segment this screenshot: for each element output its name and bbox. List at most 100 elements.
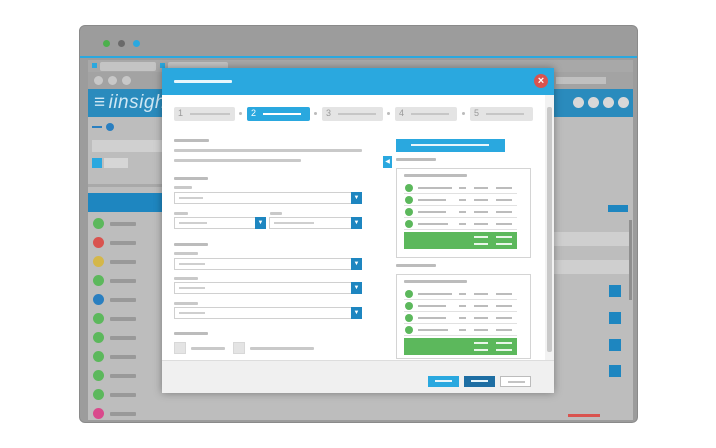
checkbox[interactable] <box>233 342 245 354</box>
bg-red-line <box>568 414 600 417</box>
modal-header: × <box>162 68 554 95</box>
panel-heading <box>396 264 436 267</box>
reload-icon[interactable] <box>122 76 131 85</box>
select-field[interactable]: ▼ <box>174 258 362 270</box>
status-icon <box>93 389 104 400</box>
list-item[interactable] <box>404 195 517 206</box>
add-button[interactable] <box>396 139 505 152</box>
checklist-panel <box>396 168 531 258</box>
table-row[interactable] <box>110 279 136 283</box>
table-row[interactable] <box>110 412 136 416</box>
select-field[interactable]: ▼ <box>269 217 362 229</box>
list-item[interactable] <box>404 301 517 312</box>
table-row[interactable] <box>110 222 136 226</box>
wizard-step-5[interactable]: 5 <box>470 107 533 121</box>
header-menu-icon[interactable] <box>618 97 629 108</box>
window-maximize-dot[interactable] <box>133 40 140 47</box>
toolbar-buttons[interactable] <box>92 140 162 152</box>
wizard-step-4[interactable]: 4 <box>395 107 457 121</box>
table-row[interactable] <box>110 355 136 359</box>
user-label <box>92 126 102 128</box>
panel-title <box>404 280 467 283</box>
status-icon <box>93 218 104 229</box>
bg-field[interactable] <box>552 232 632 246</box>
table-row[interactable] <box>110 298 136 302</box>
panel-title <box>404 174 467 177</box>
search-input[interactable] <box>104 158 128 168</box>
bg-dropdown-caret[interactable] <box>609 339 621 351</box>
status-icon <box>93 237 104 248</box>
select-field[interactable]: ▼ <box>174 307 362 319</box>
address-field[interactable] <box>556 77 606 84</box>
bg-field[interactable] <box>552 260 632 274</box>
list-item[interactable] <box>404 207 517 218</box>
header-menu-icon[interactable] <box>573 97 584 108</box>
check-icon <box>405 220 413 228</box>
list-item[interactable] <box>404 183 517 194</box>
header-menu-icon[interactable] <box>588 97 599 108</box>
field-sublabel <box>174 212 188 215</box>
select-field[interactable]: ▼ <box>174 217 266 229</box>
bg-dropdown-caret[interactable] <box>609 285 621 297</box>
next-button[interactable] <box>464 376 495 387</box>
header-menu-icon[interactable] <box>603 97 614 108</box>
step-separator <box>387 112 390 115</box>
select-field[interactable]: ▼ <box>174 282 362 294</box>
wizard-modal: × 1 2 3 4 5 ▼ ▼ ▼ ▼ ▼ ▼ ◀ <box>162 68 554 393</box>
window-close-dot[interactable] <box>103 40 110 47</box>
check-icon <box>405 314 413 322</box>
tab-favicon <box>92 63 97 68</box>
chevron-down-icon: ▼ <box>351 217 362 229</box>
select-field[interactable]: ▼ <box>174 192 362 204</box>
step-separator <box>239 112 242 115</box>
status-icon <box>93 256 104 267</box>
modal-scrollbar[interactable] <box>545 95 554 360</box>
checkbox[interactable] <box>174 342 186 354</box>
scrollbar-thumb[interactable] <box>547 107 552 352</box>
close-icon[interactable]: × <box>534 74 548 88</box>
field-label <box>174 177 208 180</box>
list-item[interactable] <box>404 219 517 230</box>
status-icon <box>93 313 104 324</box>
list-item[interactable] <box>404 313 517 324</box>
checkbox-label <box>191 347 225 350</box>
table-row[interactable] <box>110 393 136 397</box>
description-text <box>174 149 362 152</box>
wizard-step-1[interactable]: 1 <box>174 107 235 121</box>
wizard-step-3[interactable]: 3 <box>322 107 383 121</box>
step-separator <box>314 112 317 115</box>
chevron-down-icon: ▼ <box>351 192 362 204</box>
collapse-icon[interactable]: ◀ <box>383 156 392 168</box>
field-sublabel <box>174 277 198 280</box>
browser-tab[interactable] <box>100 62 156 71</box>
forward-icon[interactable] <box>108 76 117 85</box>
checklist-panel <box>396 274 531 359</box>
wizard-step-2[interactable]: 2 <box>247 107 310 121</box>
cancel-button[interactable] <box>500 376 531 387</box>
window-minimize-dot[interactable] <box>118 40 125 47</box>
bg-blue-button[interactable] <box>608 205 628 212</box>
chevron-down-icon: ▼ <box>255 217 266 229</box>
table-row-selected[interactable] <box>88 193 163 212</box>
list-item[interactable] <box>404 289 517 300</box>
table-row[interactable] <box>110 317 136 321</box>
toolbar-divider <box>80 56 637 58</box>
chevron-down-icon: ▼ <box>351 258 362 270</box>
list-item[interactable] <box>404 325 517 336</box>
check-icon <box>405 326 413 334</box>
table-row[interactable] <box>110 260 136 264</box>
panel-total-row <box>404 338 517 355</box>
bg-dropdown-caret[interactable] <box>609 365 621 377</box>
back-icon[interactable] <box>94 76 103 85</box>
field-label <box>174 332 208 335</box>
bg-dropdown-caret[interactable] <box>609 312 621 324</box>
bg-scrollbar[interactable] <box>629 220 632 300</box>
user-icon[interactable] <box>106 123 114 131</box>
table-row[interactable] <box>110 241 136 245</box>
status-icon <box>93 275 104 286</box>
panel-heading <box>396 158 436 161</box>
table-row[interactable] <box>110 374 136 378</box>
table-row[interactable] <box>110 336 136 340</box>
search-icon[interactable] <box>92 158 102 168</box>
back-button[interactable] <box>428 376 459 387</box>
